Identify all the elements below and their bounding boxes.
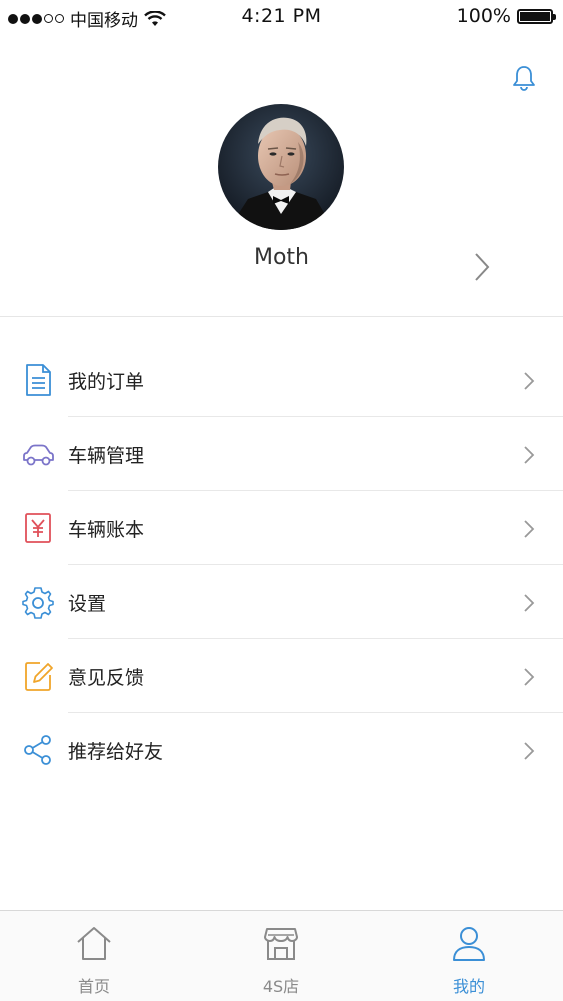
gear-icon xyxy=(22,587,54,619)
menu-item-label: 我的订单 xyxy=(68,371,145,393)
menu-item-label: 推荐给好友 xyxy=(68,741,164,763)
menu-item-vehicle-management[interactable]: 车辆管理 xyxy=(0,417,563,491)
menu-item-label: 车辆管理 xyxy=(68,445,145,467)
user-icon xyxy=(453,927,485,961)
menu-item-share[interactable]: 推荐给好友 xyxy=(0,713,563,787)
car-icon xyxy=(23,444,54,466)
tab-mine[interactable]: 我的 xyxy=(375,911,563,1001)
menu-item-label: 意见反馈 xyxy=(68,667,145,689)
tab-label: 我的 xyxy=(452,977,485,996)
chevron-right-icon xyxy=(524,520,535,538)
status-right: 100% xyxy=(456,5,556,27)
avatar-photo xyxy=(218,104,344,230)
menu-item-label: 设置 xyxy=(68,593,107,615)
home-icon xyxy=(77,927,111,960)
share-icon xyxy=(24,735,51,765)
menu-item-orders[interactable]: 我的订单 xyxy=(0,343,563,417)
store-icon xyxy=(264,928,298,960)
tab-label: 4S店 xyxy=(262,977,300,996)
feedback-pencil-icon xyxy=(25,662,53,691)
menu-list: 我的订单 车辆管理 车辆账本 设置 意见反馈 推荐给好友 xyxy=(0,343,563,787)
tab-label: 首页 xyxy=(77,977,110,996)
tab-bar: 首页 4S店 我的 xyxy=(0,910,563,1001)
battery-icon xyxy=(517,8,556,24)
chevron-right-icon xyxy=(524,372,535,390)
profile-chevron-right-icon[interactable] xyxy=(470,250,494,284)
menu-item-label: 车辆账本 xyxy=(68,519,145,541)
battery-percent: 100% xyxy=(456,5,511,27)
tab-4s-store[interactable]: 4S店 xyxy=(187,911,375,1001)
menu-item-settings[interactable]: 设置 xyxy=(0,565,563,639)
status-bar: 中国移动 4:21 PM 100% xyxy=(0,0,563,34)
avatar[interactable] xyxy=(218,104,344,230)
menu-item-feedback[interactable]: 意见反馈 xyxy=(0,639,563,713)
document-icon xyxy=(26,364,51,396)
tab-home[interactable]: 首页 xyxy=(0,911,188,1001)
chevron-right-icon xyxy=(524,742,535,760)
section-divider xyxy=(0,316,563,317)
chevron-right-icon xyxy=(524,668,535,686)
menu-item-vehicle-ledger[interactable]: 车辆账本 xyxy=(0,491,563,565)
profile-header[interactable]: Moth xyxy=(0,100,563,316)
chevron-right-icon xyxy=(524,446,535,464)
notification-bell-icon[interactable] xyxy=(510,64,538,92)
chevron-right-icon xyxy=(524,594,535,612)
ledger-yen-icon xyxy=(25,513,51,543)
